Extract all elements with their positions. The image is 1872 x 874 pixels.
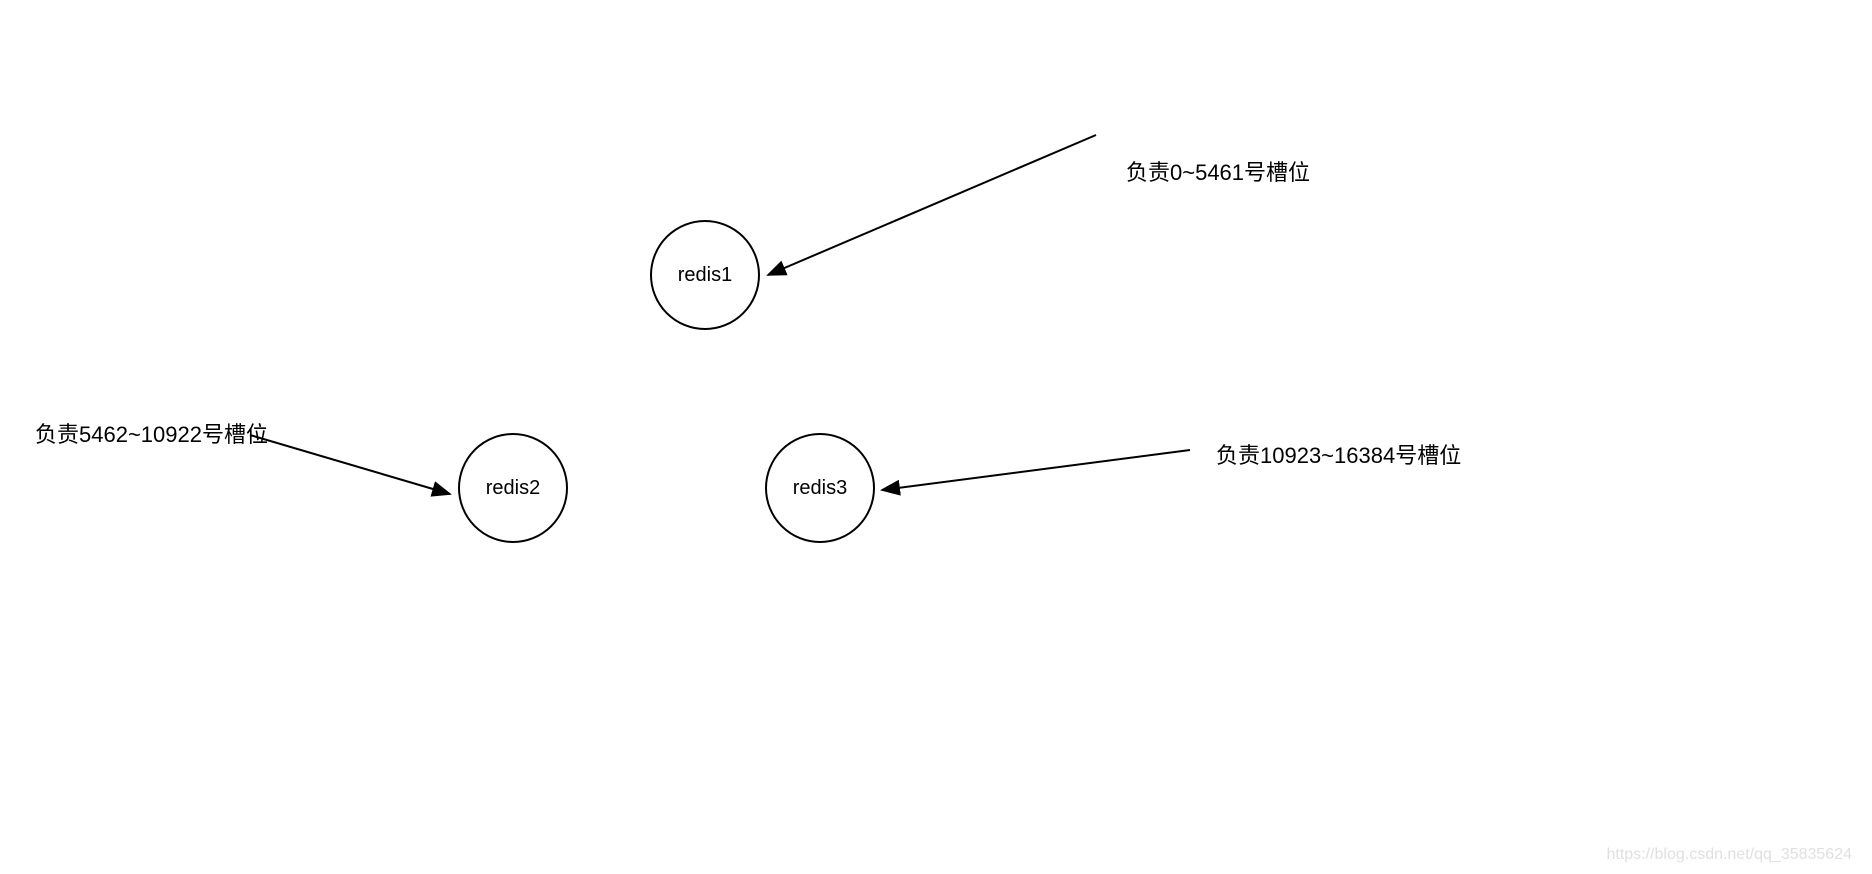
node-redis2-label: redis2 [486, 477, 540, 500]
node-redis1-label: redis1 [678, 264, 732, 287]
annotation-slots-10923-16384: 负责10923~16384号槽位 [1216, 438, 1461, 470]
arrow-redis2 [250, 435, 450, 494]
diagram-container: redis1 redis2 redis3 负责0~5461号槽位 负责5462~… [0, 0, 1872, 874]
node-redis2: redis2 [458, 433, 568, 543]
node-redis3-label: redis3 [793, 477, 847, 500]
node-redis3: redis3 [765, 433, 875, 543]
node-redis1: redis1 [650, 220, 760, 330]
watermark: https://blog.csdn.net/qq_35835624 [1606, 846, 1852, 864]
arrow-redis3 [882, 450, 1190, 490]
annotation-slots-0-5461: 负责0~5461号槽位 [1126, 155, 1310, 187]
annotation-slots-5462-10922: 负责5462~10922号槽位 [35, 417, 268, 449]
arrows-svg [0, 0, 1872, 874]
arrow-redis1 [768, 135, 1096, 275]
